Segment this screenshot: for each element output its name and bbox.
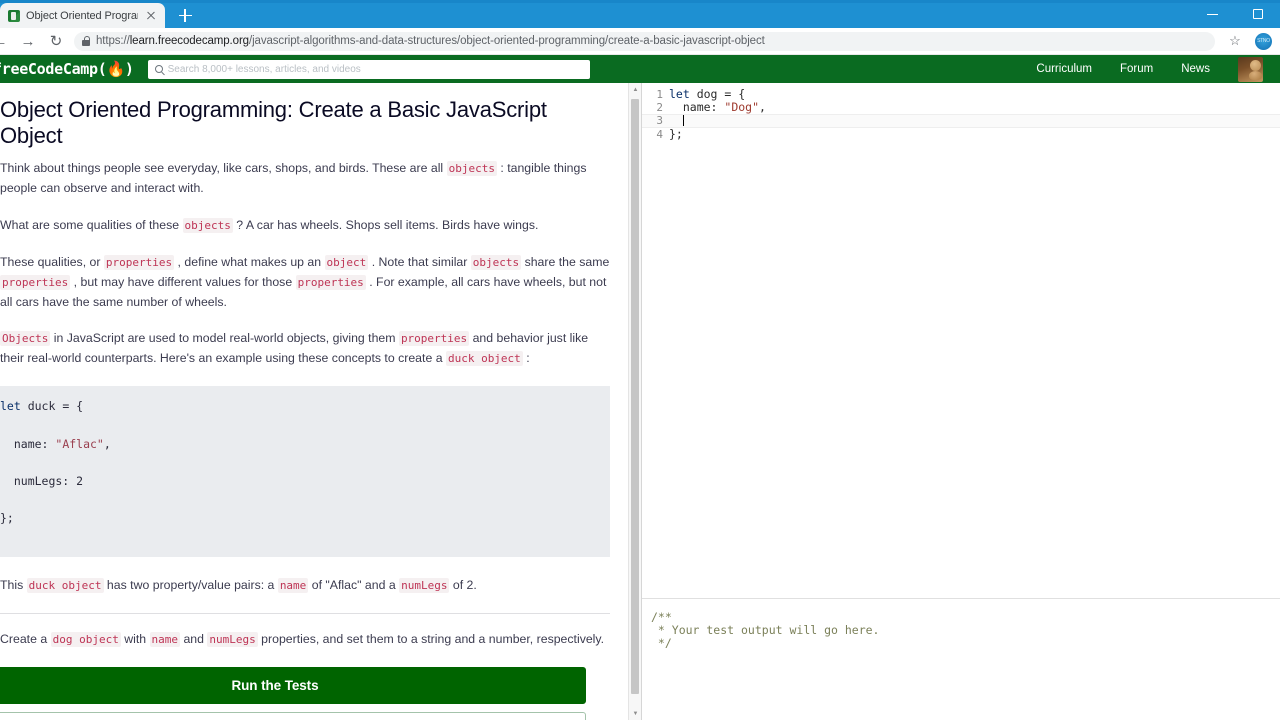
scrollbar-thumb[interactable]: [631, 99, 639, 694]
inline-code: objects: [470, 254, 522, 270]
inline-code: objects: [446, 161, 497, 176]
back-arrow-icon: ←: [0, 32, 8, 50]
search-placeholder: Search 8,000+ lessons, articles, and vid…: [167, 63, 361, 75]
browser-tab[interactable]: Object Oriented Programming: C: [0, 3, 165, 28]
browser-toolbar: ← → ↻ https://learn.freecodecamp.org/jav…: [0, 28, 1280, 55]
inline-code: properties: [398, 331, 470, 347]
inline-code: object: [324, 254, 369, 270]
inline-code: name: [149, 632, 181, 648]
output-console: /** * Your test output will go here. */: [642, 598, 1280, 720]
new-tab-button[interactable]: [171, 3, 199, 28]
fcc-favicon-icon: [8, 9, 20, 22]
divider: [0, 613, 610, 615]
page-title: Object Oriented Programming: Create a Ba…: [0, 97, 547, 148]
fcc-navbar: freeCodeCamp(🔥) Search 8,000+ lessons, a…: [0, 55, 1280, 83]
inline-code: objects: [182, 217, 233, 233]
lock-icon: [82, 36, 91, 46]
scroll-up-arrow-icon[interactable]: ▲: [629, 83, 641, 96]
challenge-scroll-region: Object Oriented Programming: Create a Ba…: [0, 83, 628, 720]
main-content: Object Oriented Programming: Create a Ba…: [0, 83, 1280, 720]
bookmark-button[interactable]: ☆: [1221, 28, 1249, 55]
fcc-nav-links: Curriculum Forum News: [1036, 56, 1280, 82]
description-paragraph: This duck object has two property/value …: [0, 578, 477, 594]
code-example-block: let duck = { name: "Aflac", numLegs: 2 }…: [0, 386, 610, 558]
description-paragraph: Create a dog object with name and numLeg…: [0, 632, 605, 648]
description-paragraph: Objects in JavaScript are used to model …: [0, 331, 589, 367]
reload-icon: ↻: [49, 33, 63, 50]
url-text: https://learn.freecodecamp.org/javascrip…: [96, 35, 765, 47]
editor-line[interactable]: 4};: [642, 126, 1280, 141]
minimize-icon: [1207, 13, 1218, 15]
inline-code: dog object: [50, 632, 121, 648]
forward-button[interactable]: →: [14, 28, 42, 55]
challenge-instructions: Create a dog object with name and numLeg…: [0, 630, 610, 650]
code-example-line: name: "Aflac",: [0, 436, 111, 451]
editor-line[interactable]: 3: [642, 114, 1280, 128]
editor-line-code: };: [669, 126, 683, 141]
code-example-line: numLegs: 2: [0, 473, 84, 488]
inline-code: numLegs: [207, 632, 258, 648]
browser-tab-strip: Object Oriented Programming: C: [0, 0, 1280, 28]
inline-code: name: [277, 578, 309, 594]
nav-link-news[interactable]: News: [1181, 63, 1210, 75]
editor-line-code: name: "Dog",: [669, 100, 766, 115]
description-paragraph: These qualities, or properties , define …: [0, 254, 610, 309]
browser-window: Object Oriented Programming: C ← → ↻ htt…: [0, 0, 1280, 720]
challenge-panel: Object Oriented Programming: Create a Ba…: [0, 83, 641, 720]
maximize-button[interactable]: [1235, 0, 1280, 28]
maximize-icon: [1252, 9, 1263, 19]
description-paragraph: Think about things people see everyday, …: [0, 161, 587, 195]
inline-code: properties: [0, 274, 71, 290]
challenge-description: Think about things people see everyday, …: [0, 159, 610, 369]
fcc-logo[interactable]: freeCodeCamp(🔥): [0, 60, 134, 78]
profile-avatar[interactable]: STNO: [1255, 32, 1272, 50]
star-icon: ☆: [1229, 33, 1241, 48]
console-line: */: [651, 636, 672, 651]
close-icon[interactable]: [144, 9, 158, 23]
browser-tab-title: Object Oriented Programming: C: [26, 9, 138, 22]
inline-code: properties: [295, 274, 366, 290]
back-button[interactable]: ←: [0, 28, 14, 55]
editor-line-number: 1: [656, 88, 663, 101]
editor-panel: 1 let dog = {2 name: "Dog", 3 4}; /** * Yo…: [641, 83, 1280, 720]
inline-code: properties: [103, 254, 175, 270]
search-icon: [154, 65, 163, 73]
editor-line[interactable]: 2 name: "Dog",: [642, 100, 1280, 115]
address-bar[interactable]: https://learn.freecodecamp.org/javascrip…: [74, 31, 1215, 51]
reload-button[interactable]: ↻: [42, 28, 70, 55]
inline-code: numLegs: [399, 578, 450, 594]
description-paragraph: What are some qualities of these objects…: [0, 217, 539, 233]
challenge-scrollbar[interactable]: ▲ ▼: [628, 83, 641, 720]
window-controls: [1190, 0, 1280, 28]
inline-code: duck object: [26, 578, 104, 594]
text-cursor: [682, 115, 684, 127]
nav-link-curriculum[interactable]: Curriculum: [1036, 63, 1092, 75]
editor-line-number: 4: [656, 127, 663, 141]
challenge-description-after: This duck object has two property/value …: [0, 576, 610, 596]
code-example-line: let duck = {: [0, 399, 84, 414]
user-avatar[interactable]: [1238, 56, 1263, 82]
inline-code: Objects: [0, 331, 51, 347]
search-input[interactable]: Search 8,000+ lessons, articles, and vid…: [147, 59, 590, 79]
nav-link-forum[interactable]: Forum: [1120, 63, 1153, 75]
console-line: * Your test output will go here.: [651, 623, 880, 638]
reset-all-code-button[interactable]: Reset All Code: [0, 712, 586, 720]
scroll-down-arrow-icon[interactable]: ▼: [629, 707, 641, 720]
editor-line-number: 3: [656, 114, 663, 128]
inline-code: duck object: [445, 351, 523, 367]
code-editor[interactable]: 1 let dog = {2 name: "Dog", 3 4};: [642, 83, 1280, 598]
code-example-line: };: [0, 511, 14, 525]
run-tests-button[interactable]: Run the Tests: [0, 667, 586, 705]
minimize-button[interactable]: [1190, 0, 1235, 28]
editor-line-number: 2: [656, 101, 663, 115]
forward-arrow-icon: →: [20, 32, 36, 50]
